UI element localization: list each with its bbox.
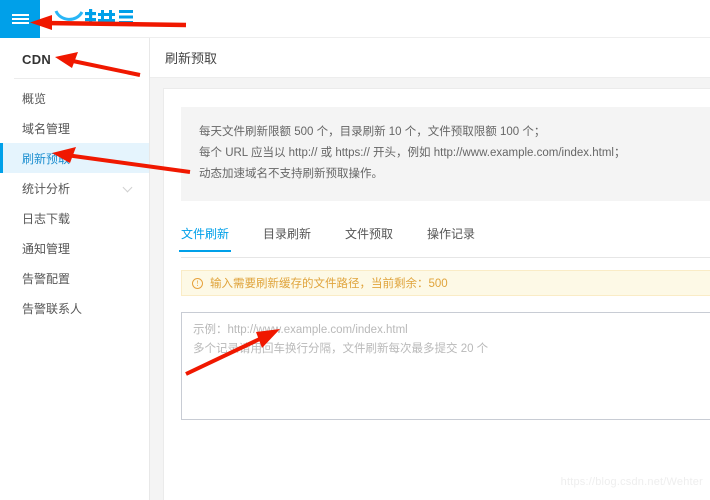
sidebar-item-label: 概览 [22, 91, 47, 106]
notice-line: 动态加速域名不支持刷新预取操作。 [199, 168, 383, 180]
hamburger-menu-button[interactable] [0, 0, 40, 38]
notice-line: 每天文件刷新限额 500 个，目录刷新 10 个，文件预取限额 100 个； [199, 126, 546, 138]
tab-directory-refresh[interactable]: 目录刷新 [263, 225, 311, 251]
info-alert-text: 输入需要刷新缓存的文件路径，当前剩余：500 [210, 278, 448, 290]
hamburger-icon-bar [11, 18, 29, 20]
sidebar-item-label: 刷新预取 [22, 151, 71, 166]
content-card: 每天文件刷新限额 500 个，目录刷新 10 个，文件预取限额 100 个； 每… [163, 88, 710, 500]
sidebar-item-alarm-contacts[interactable]: 告警联系人 [0, 293, 149, 323]
tab-file-prefetch[interactable]: 文件预取 [345, 225, 393, 251]
sidebar-menu: 概览 域名管理 刷新预取 统计分析 日志下载 通知管理 告警配置 告警联系人 [0, 79, 149, 323]
sidebar-item-log-download[interactable]: 日志下载 [0, 203, 149, 233]
url-textarea[interactable]: 示例：http://www.example.com/index.html 多个记… [181, 312, 710, 420]
sidebar-item-notification-management[interactable]: 通知管理 [0, 233, 149, 263]
sidebar-header: CDN [22, 52, 52, 67]
chevron-down-icon [124, 184, 133, 193]
sidebar-item-refresh-prefetch[interactable]: 刷新预取 [0, 143, 149, 173]
sidebar-item-label: 告警联系人 [22, 301, 83, 316]
info-circle-icon: ! [192, 277, 203, 289]
top-bar [0, 0, 710, 38]
sidebar-item-statistics[interactable]: 统计分析 [0, 173, 149, 203]
sidebar-item-label: 告警配置 [22, 271, 71, 286]
sidebar-item-label: 通知管理 [22, 241, 71, 256]
sidebar-item-overview[interactable]: 概览 [0, 83, 149, 113]
textarea-placeholder-line: 多个记录请用回车换行分隔，文件刷新每次最多提交 20 个 [193, 343, 489, 355]
app-root: CDN 概览 域名管理 刷新预取 统计分析 日志下载 通知管理 告警配置 告警联… [0, 0, 710, 500]
notice-line: 每个 URL 应当以 http:// 或 https:// 开头，例如 http… [199, 147, 626, 159]
textarea-placeholder-line: 示例：http://www.example.com/index.html [193, 324, 408, 336]
tab-bar: 文件刷新 目录刷新 文件预取 操作记录 [178, 225, 710, 258]
cloud-brand-logo-icon [54, 9, 133, 24]
brand-logo[interactable] [40, 0, 140, 38]
sidebar-item-label: 域名管理 [22, 121, 71, 136]
sidebar-item-alarm-config[interactable]: 告警配置 [0, 263, 149, 293]
sidebar-item-label: 日志下载 [22, 211, 71, 226]
page-title: 刷新预取 [165, 51, 218, 66]
sidebar: CDN 概览 域名管理 刷新预取 统计分析 日志下载 通知管理 告警配置 告警联… [0, 38, 150, 500]
info-alert: ! 输入需要刷新缓存的文件路径，当前剩余：500 [181, 270, 710, 296]
page-header: 刷新预取 [150, 38, 710, 78]
sidebar-item-domain-management[interactable]: 域名管理 [0, 113, 149, 143]
sidebar-item-label: 统计分析 [22, 181, 71, 196]
hamburger-icon-bar [11, 14, 29, 16]
tab-operation-records[interactable]: 操作记录 [427, 225, 475, 251]
notice-box: 每天文件刷新限额 500 个，目录刷新 10 个，文件预取限额 100 个； 每… [181, 107, 710, 201]
tab-file-refresh[interactable]: 文件刷新 [178, 225, 232, 252]
hamburger-icon-bar [11, 22, 29, 24]
main-content: 刷新预取 每天文件刷新限额 500 个，目录刷新 10 个，文件预取限额 100… [150, 38, 710, 500]
